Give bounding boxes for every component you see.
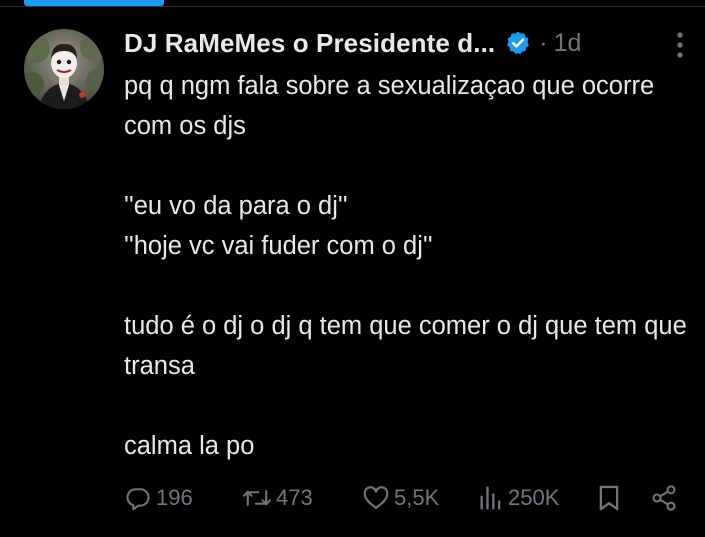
- post-text: pq q ngm fala sobre a sexualizaçao que o…: [124, 66, 694, 466]
- reply-count: 196: [156, 485, 193, 510]
- author-name[interactable]: DJ RaMeMes o Presidente d...: [124, 28, 495, 59]
- post-time[interactable]: 1d: [554, 29, 582, 58]
- separator-dot: ·: [539, 28, 548, 57]
- like-button[interactable]: 5,5K: [362, 480, 439, 516]
- bookmark-icon: [596, 484, 622, 512]
- repost-count: 473: [276, 485, 313, 510]
- post-paragraph: tudo é o dj o dj q tem que comer o dj qu…: [124, 312, 687, 380]
- views-icon: [478, 484, 504, 512]
- like-count: 5,5K: [394, 485, 440, 510]
- verified-badge-icon[interactable]: [505, 30, 531, 56]
- views-button[interactable]: 250K: [478, 480, 559, 516]
- more-vertical-icon[interactable]: [672, 30, 688, 60]
- post-paragraph: ''eu vo da para o dj'' ''hoje vc vai fud…: [124, 192, 433, 260]
- share-button[interactable]: [650, 480, 678, 516]
- heart-icon: [362, 484, 390, 512]
- reply-button[interactable]: 196: [124, 480, 193, 516]
- action-bar: 196 473 5,5K 250K: [124, 480, 694, 516]
- repost-icon: [242, 484, 272, 512]
- repost-button[interactable]: 473: [242, 480, 313, 516]
- views-count: 250K: [508, 485, 560, 510]
- post-paragraph: calma la po: [124, 432, 255, 460]
- avatar[interactable]: [24, 29, 104, 109]
- bookmark-button[interactable]: [596, 480, 622, 516]
- share-icon: [650, 484, 678, 512]
- post-header: DJ RaMeMes o Presidente d... · 1d: [124, 24, 694, 62]
- post-paragraph: pq q ngm fala sobre a sexualizaçao que o…: [124, 72, 655, 140]
- reply-icon: [124, 484, 152, 512]
- divider: [0, 6, 705, 7]
- post-screen: DJ RaMeMes o Presidente d... · 1d pq q n…: [0, 0, 705, 537]
